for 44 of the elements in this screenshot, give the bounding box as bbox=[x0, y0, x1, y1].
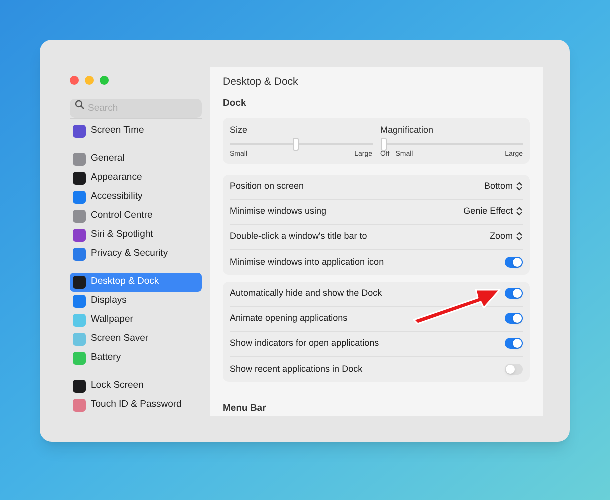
toggle-switch[interactable] bbox=[505, 313, 523, 324]
setting-label: Minimise windows using bbox=[230, 205, 327, 218]
sidebar-item[interactable]: General bbox=[70, 150, 202, 169]
sidebar-item[interactable]: Touch ID & Password bbox=[70, 396, 202, 415]
setting-label: Double-click a window's title bar to bbox=[230, 230, 368, 243]
stepper-icon bbox=[516, 232, 523, 242]
sidebar-item[interactable]: Screen Saver bbox=[70, 330, 202, 349]
minimize-button[interactable] bbox=[85, 76, 94, 85]
sidebar-item[interactable]: Battery bbox=[70, 349, 202, 368]
sidebar-item[interactable]: Displays bbox=[70, 292, 202, 311]
slider-thumb[interactable] bbox=[292, 138, 299, 152]
section-heading: Dock bbox=[223, 96, 248, 110]
setting-label: Show recent applications in Dock bbox=[230, 362, 363, 376]
popup-button[interactable]: Bottom bbox=[484, 180, 523, 194]
setting-label: Animate opening applications bbox=[230, 312, 348, 325]
stepper-icon bbox=[516, 207, 523, 216]
setting-label: Show indicators for open applications bbox=[230, 337, 380, 350]
search-icon bbox=[75, 100, 85, 110]
stepper-icon bbox=[516, 182, 523, 192]
sidebar-item[interactable]: Screen Time bbox=[70, 122, 202, 141]
toggle-switch[interactable] bbox=[505, 256, 523, 268]
sidebar-item[interactable]: Privacy & Security bbox=[70, 245, 202, 264]
window-title: Desktop & Dock bbox=[223, 75, 300, 90]
popup-button[interactable]: Genie Effect bbox=[464, 205, 523, 218]
popup-button[interactable]: Zoom bbox=[490, 230, 523, 244]
close-button[interactable] bbox=[70, 76, 79, 85]
sidebar-item[interactable]: Desktop & Dock bbox=[70, 273, 202, 292]
slider-label: Magnification bbox=[380, 124, 435, 137]
sidebar-item[interactable]: Siri & Spotlight bbox=[70, 226, 202, 245]
setting-label: Position on screen bbox=[230, 180, 304, 193]
section-heading: Menu Bar bbox=[223, 402, 268, 416]
sidebar-item[interactable]: Wallpaper bbox=[70, 311, 202, 330]
sidebar-item[interactable]: Appearance bbox=[70, 169, 202, 188]
zoom-button[interactable] bbox=[100, 76, 109, 85]
toggle-switch[interactable] bbox=[505, 364, 523, 375]
sidebar-item[interactable]: Control Centre bbox=[70, 207, 202, 226]
toggle-switch[interactable] bbox=[505, 338, 523, 350]
toggle-switch[interactable] bbox=[505, 288, 523, 300]
sidebar-item[interactable]: Accessibility bbox=[70, 188, 202, 207]
sidebar-item[interactable]: Lock Screen bbox=[70, 377, 202, 396]
slider-thumb[interactable] bbox=[380, 138, 386, 152]
setting-label: Minimise windows into application icon bbox=[230, 256, 384, 269]
slider-label: Size bbox=[230, 124, 249, 137]
setting-label: Automatically hide and show the Dock bbox=[230, 287, 382, 300]
